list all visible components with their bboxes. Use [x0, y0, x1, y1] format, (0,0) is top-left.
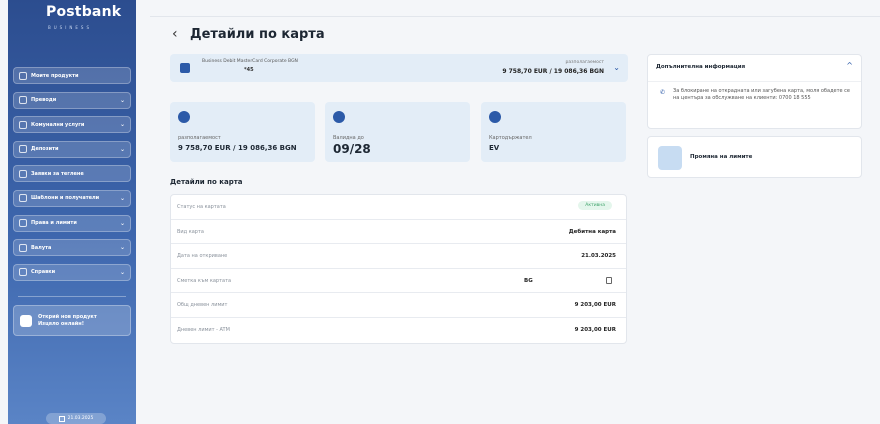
rights-icon [19, 219, 27, 228]
tile-value: 09/28 [333, 142, 371, 156]
row-label: Вид карта [177, 228, 204, 235]
details-section-title: Детайли по карта [170, 178, 243, 186]
calendar-icon [58, 415, 65, 422]
limits-label: Промяна на лимите [690, 154, 753, 160]
back-icon[interactable]: ‹ [172, 26, 178, 42]
row-label: Дневен лимит - ATM [177, 326, 230, 333]
sidebar-item-rights-limits[interactable]: Права и лимити ⌄ [13, 214, 131, 232]
sidebar-menu: Моите продукти Преводи ⌄ Комунални услуги… [13, 67, 131, 288]
sidebar-item-label: Валута [31, 244, 52, 251]
sidebar-divider [18, 296, 126, 297]
sidebar-item-label: Депозити [31, 146, 59, 153]
promo-title: Открий нов продукт [38, 313, 97, 320]
row-value: 9 203,00 EUR [574, 326, 616, 333]
availability-icon [178, 111, 190, 123]
chevron-down-icon: ⌄ [119, 194, 125, 202]
deposit-icon [19, 145, 27, 154]
row-label: Сметка към картата [177, 277, 232, 284]
chevron-down-icon: ⌄ [119, 96, 125, 104]
tile-label: Картодържател [489, 135, 532, 141]
sidebar-item-my-products[interactable]: Моите продукти [13, 67, 131, 84]
table-row: Дата на откриване 21.03.2025 [171, 244, 626, 269]
reports-icon [19, 268, 27, 277]
available-value: 9 758,70 EUR / 19 086,36 BGN [502, 68, 604, 75]
sidebar-item-label: Права и лимити [31, 220, 77, 227]
chevron-up-icon[interactable]: ^ [846, 61, 853, 70]
table-row: Дневен лимит - ATM 9 203,00 EUR [171, 318, 626, 343]
products-icon [19, 71, 27, 80]
card-icon [180, 63, 190, 73]
tile-value: 9 758,70 EUR / 19 086,36 BGN [178, 144, 297, 152]
cardholder-tile: Картодържател EV [481, 102, 626, 162]
chevron-down-icon: ⌄ [119, 121, 125, 129]
info-text: За блокиране на открадната или загубена … [673, 88, 851, 101]
info-divider [648, 81, 861, 82]
available-label: разполагаемост [565, 60, 604, 65]
sidebar-item-label: Комунални услуги [31, 121, 85, 128]
availability-tile: разполагаемост 9 758,70 EUR / 19 086,36 … [170, 102, 315, 162]
top-divider [150, 16, 880, 17]
valid-until-tile: Валидна до 09/28 [325, 102, 470, 162]
row-value: 9 203,00 EUR [574, 302, 616, 309]
sidebar-item-withdrawal-requests[interactable]: Заявки за теглене [13, 165, 131, 183]
sidebar-item-label: Справки [31, 269, 56, 276]
transfer-icon [19, 96, 27, 105]
sidebar-item-label: Шаблони и получатели [31, 195, 100, 202]
card-number: *45 [244, 67, 254, 73]
tile-label: разполагаемост [178, 135, 221, 141]
logo-subtitle: BUSINESS [48, 25, 92, 30]
user-icon [489, 111, 501, 123]
chevron-down-icon: ⌄ [119, 244, 125, 252]
copy-icon[interactable] [606, 276, 612, 284]
sidebar-item-label: Заявки за теглене [31, 170, 84, 177]
row-label: Общ дневен лимит [177, 302, 228, 309]
sidebar-item-label: Преводи [31, 97, 57, 104]
sidebar-item-templates[interactable]: Шаблони и получатели ⌄ [13, 189, 131, 207]
chevron-down-icon: ⌄ [119, 145, 125, 153]
sidebar-item-reports[interactable]: Справки ⌄ [13, 263, 131, 281]
utilities-icon [19, 120, 27, 129]
page-title: Детайли по карта [190, 27, 325, 42]
template-icon [19, 194, 27, 203]
sidebar-item-transfers[interactable]: Преводи ⌄ [13, 91, 131, 109]
chevron-down-icon: ⌄ [119, 219, 125, 227]
status-badge: Активна [578, 201, 612, 210]
withdrawal-icon [19, 169, 27, 178]
info-title: Допълнителна информация [656, 64, 746, 70]
app-root: Postbank BUSINESS Моите продукти Преводи… [0, 0, 880, 424]
sidebar: Postbank BUSINESS Моите продукти Преводи… [8, 0, 136, 424]
account-value: BG [524, 277, 533, 284]
row-label: Дата на откриване [177, 253, 228, 260]
phone-icon: ✆ [660, 89, 666, 96]
tile-value: EV [489, 144, 500, 152]
row-label: Статус на картата [177, 204, 226, 210]
table-row: Статус на картата Активна [171, 195, 626, 220]
sidebar-item-currency[interactable]: Валута ⌄ [13, 239, 131, 257]
sidebar-item-label: Моите продукти [31, 72, 79, 79]
tile-label: Валидна до [333, 135, 364, 141]
postbank-logo[interactable]: Postbank [46, 4, 121, 20]
chevron-down-icon[interactable]: ⌄ [613, 63, 620, 72]
additional-info-panel: Допълнителна информация ^ ✆ За блокиране… [647, 54, 862, 129]
row-value: 21.03.2025 [581, 253, 616, 260]
card-details-table: Статус на картата Активна Вид карта Деби… [170, 194, 627, 344]
calendar-icon [333, 111, 345, 123]
change-limits-button[interactable]: Промяна на лимите [647, 136, 862, 178]
limits-icon [658, 146, 682, 170]
chevron-down-icon: ⌄ [119, 268, 125, 276]
table-row: Вид карта Дебитна карта [171, 220, 626, 245]
promo-subtitle: Изцяло онлайн! [38, 320, 85, 327]
currency-icon [19, 243, 27, 252]
new-product-promo[interactable]: Открий нов продукт Изцяло онлайн! [13, 305, 131, 336]
table-row: Общ дневен лимит 9 203,00 EUR [171, 293, 626, 318]
date-text: 21.03.2025 [67, 416, 94, 421]
card-selector[interactable]: Business Debit MasterCard Corporate BGN … [170, 54, 628, 82]
row-value: Дебитна карта [568, 228, 616, 235]
sidebar-item-deposits[interactable]: Депозити ⌄ [13, 140, 131, 158]
date-display: 21.03.2025 [46, 413, 106, 424]
card-name: Business Debit MasterCard Corporate BGN [202, 59, 298, 64]
promo-icon [20, 314, 32, 327]
table-row: Сметка към картата BG [171, 269, 626, 294]
sidebar-item-utilities[interactable]: Комунални услуги ⌄ [13, 116, 131, 134]
